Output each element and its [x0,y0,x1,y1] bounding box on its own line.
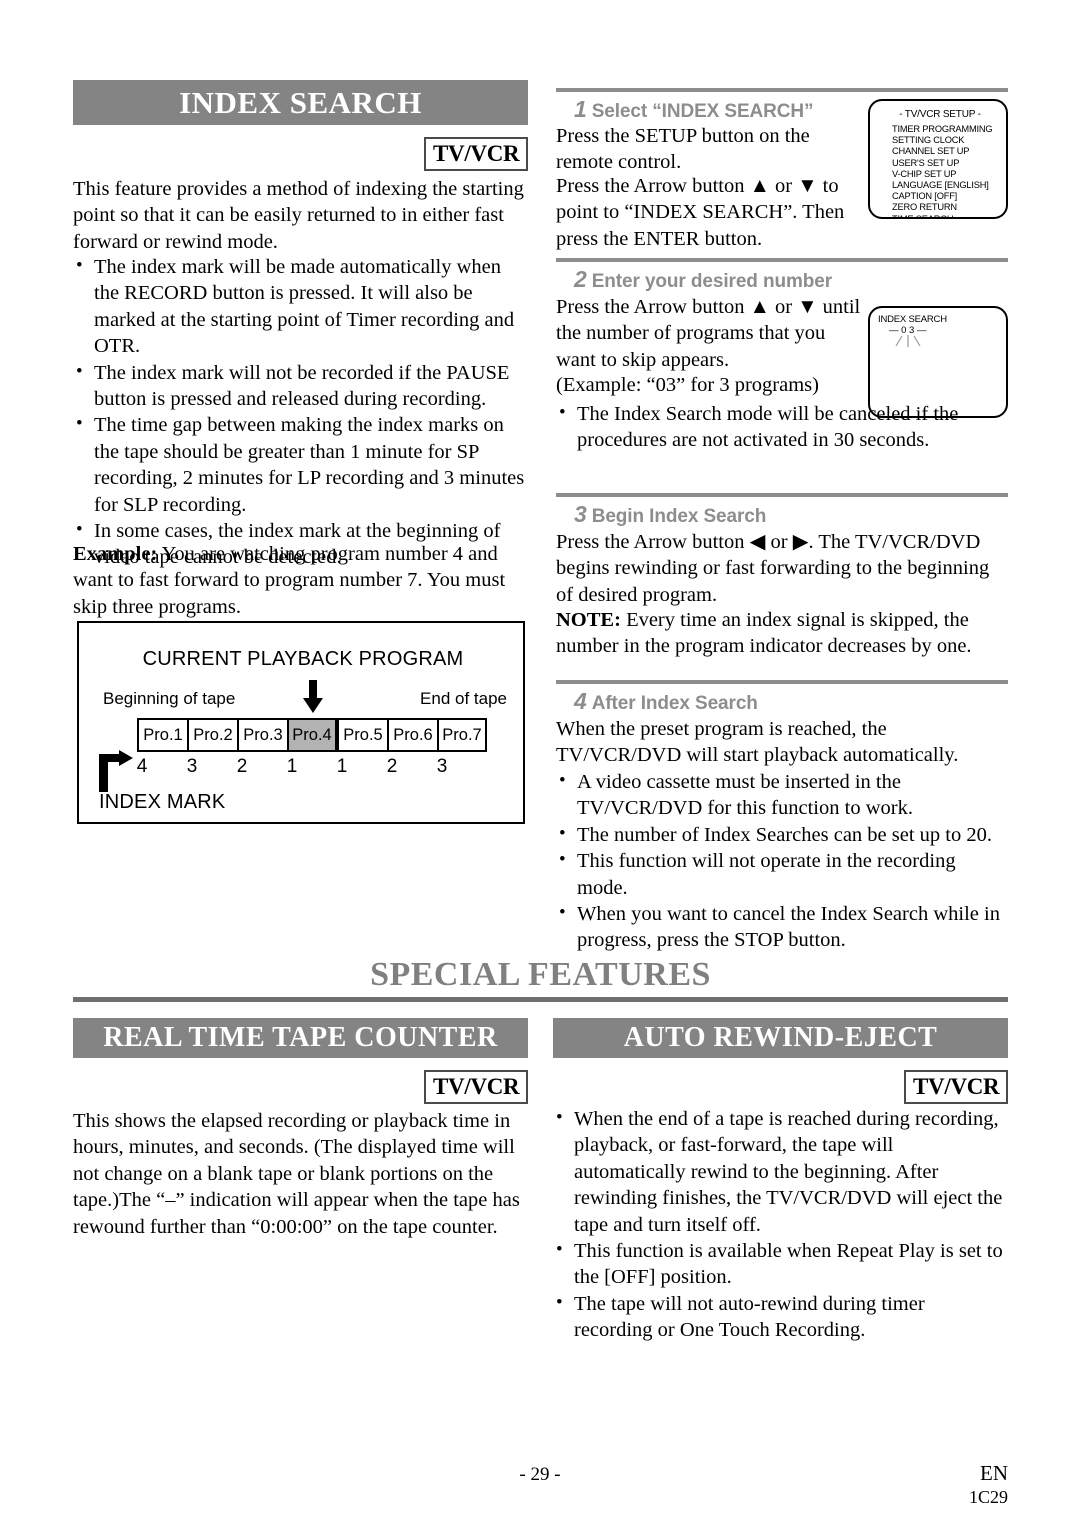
index-count: 1 [336,756,348,777]
list-item: The time gap between making the index ma… [73,411,531,518]
index-search-title-bar: INDEX SEARCH [73,80,528,125]
index-mark-label: INDEX MARK [99,791,226,813]
list-item: The number of Index Searches can be set … [556,821,1008,848]
auto-rewind-eject-title-bar: AUTO REWIND-EJECT [553,1018,1008,1058]
tvvcr-badge-label: TV/VCR [424,1070,529,1104]
step-3-heading-text: Begin Index Search [591,506,767,527]
current-program-arrow-icon [301,680,325,714]
index-count: 1 [286,756,298,777]
real-time-tape-counter-title: REAL TIME TAPE COUNTER [103,1022,498,1053]
example-label: Example: [73,543,158,565]
program-cell-current: Pro.4 [287,718,337,752]
index-count: 2 [236,756,248,777]
auto-rewind-eject-bullets: When the end of a tape is reached during… [553,1105,1008,1344]
list-item: This function is available when Repeat P… [553,1237,1008,1291]
auto-rewind-eject-title: AUTO REWIND-EJECT [623,1022,938,1053]
step-1-paragraph-1: Press the SETUP button on the remote con… [556,125,810,174]
index-search-bullets: The index mark will be made automaticall… [73,253,531,571]
blink-indicator-icon [893,334,923,348]
manual-page: INDEX SEARCH TV/VCR This feature provide… [0,0,1080,1526]
setup-menu-item[interactable]: USER'S SET UP [892,158,992,169]
step-1-number: 1 [574,96,587,122]
beginning-of-tape-label: Beginning of tape [103,689,236,708]
special-features-rule [73,997,1008,1002]
step-4-heading-text: After Index Search [591,693,758,714]
example-paragraph: Example: You are watching program number… [73,541,528,620]
setup-menu-screen: - TV/VCR SETUP - TIMER PROGRAMMING SETTI… [868,99,1008,219]
tvvcr-badge-index-search: TV/VCR [424,137,529,171]
footer-doc-code: 1C29 [968,1487,1008,1507]
tvvcr-badge-label: TV/VCR [424,137,529,171]
step-3-number: 3 [574,501,587,527]
step-2-number: 2 [574,266,587,292]
index-count: 2 [386,756,398,777]
program-cell: Pro.1 [137,718,187,752]
index-number-screen-title: INDEX SEARCH [878,314,947,325]
index-search-intro: This feature provides a method of indexi… [73,178,524,253]
program-cell: Pro.2 [187,718,237,752]
list-item: The index mark will be made automaticall… [73,253,531,360]
setup-menu-item[interactable]: LANGUAGE [ENGLISH] [892,180,992,191]
step-3-heading: 3 Begin Index Search [556,501,766,528]
step-4-bullets: A video cassette must be inserted in the… [556,768,1008,954]
step-3-paragraph-1: Press the Arrow button ◀ or ▶. The TV/VC… [556,531,990,606]
setup-menu-item[interactable]: TIME SEARCH [892,214,992,217]
playback-program-diagram: CURRENT PLAYBACK PROGRAM Beginning of ta… [77,621,525,824]
step-3-note: NOTE: Every time an index signal is skip… [556,607,1008,660]
tvvcr-badge-real-time: TV/VCR [424,1070,529,1104]
step-4-heading: 4 After Index Search [556,688,758,715]
list-item: The Index Search mode will be canceled i… [556,400,1008,454]
setup-menu-item[interactable]: TIMER PROGRAMMING [892,124,993,135]
note-label: NOTE: [556,609,621,631]
step-4-paragraph-1: When the preset program is reached, the … [556,718,959,767]
real-time-tape-counter-title-bar: REAL TIME TAPE COUNTER [73,1018,528,1058]
special-features-title: SPECIAL FEATURES [370,956,711,993]
index-count: 3 [186,756,198,777]
setup-menu-item[interactable]: CAPTION [OFF] [892,191,992,202]
setup-menu-item[interactable]: V-CHIP SET UP [892,169,992,180]
step-2-bullets: The Index Search mode will be canceled i… [556,400,1008,454]
setup-menu-title: - TV/VCR SETUP - [899,109,981,120]
step-1-paragraph-2: Press the Arrow button ▲ or ▼ to point t… [556,175,845,250]
end-of-tape-label: End of tape [420,689,507,708]
setup-menu-item[interactable]: SETTING CLOCK [892,135,992,146]
index-mark-arrow-icon [99,750,139,792]
index-count: 3 [436,756,448,777]
index-search-title: INDEX SEARCH [179,84,422,120]
step-2-paragraph-1: Press the Arrow button ▲ or ▼ until the … [556,296,861,371]
list-item: This function will not operate in the re… [556,847,1008,901]
tvvcr-badge-label: TV/VCR [904,1070,1009,1104]
step-2-divider [556,258,1008,262]
list-item: When you want to cancel the Index Search… [556,900,1008,954]
footer-language-code: EN [980,1461,1008,1485]
list-item: The tape will not auto-rewind during tim… [553,1290,1008,1344]
setup-menu-item[interactable]: ZERO RETURN [892,202,992,213]
list-item: A video cassette must be inserted in the… [556,768,1008,822]
list-item: When the end of a tape is reached during… [553,1105,1008,1238]
step-1-heading: 1 Select “INDEX SEARCH” [556,96,814,123]
program-cell: Pro.7 [437,718,487,752]
step-3-divider [556,493,1008,497]
step-2-heading-text: Enter your desired number [591,271,833,292]
real-time-tape-counter-text: This shows the elapsed recording or play… [73,1110,520,1238]
setup-menu-items: TIMER PROGRAMMING SETTING CLOCK CHANNEL … [892,124,993,217]
setup-menu-item[interactable]: CHANNEL SET UP [892,146,992,157]
program-cells: Pro.1 Pro.2 Pro.3 Pro.4 Pro.5 Pro.6 Pro.… [137,718,487,752]
program-cell: Pro.5 [337,718,387,752]
tvvcr-badge-auto-rewind: TV/VCR [904,1070,1009,1104]
step-1-heading-text: Select “INDEX SEARCH” [591,101,814,122]
step-4-divider [556,680,1008,684]
step-4-number: 4 [574,688,587,714]
step-2-paragraph-2: (Example: “03” for 3 programs) [556,374,819,396]
diagram-title: CURRENT PLAYBACK PROGRAM [142,648,464,670]
program-cell: Pro.3 [237,718,287,752]
list-item: The index mark will not be recorded if t… [73,359,531,413]
step-2-heading: 2 Enter your desired number [556,266,832,293]
step-1-divider [556,88,1008,92]
program-cell: Pro.6 [387,718,437,752]
